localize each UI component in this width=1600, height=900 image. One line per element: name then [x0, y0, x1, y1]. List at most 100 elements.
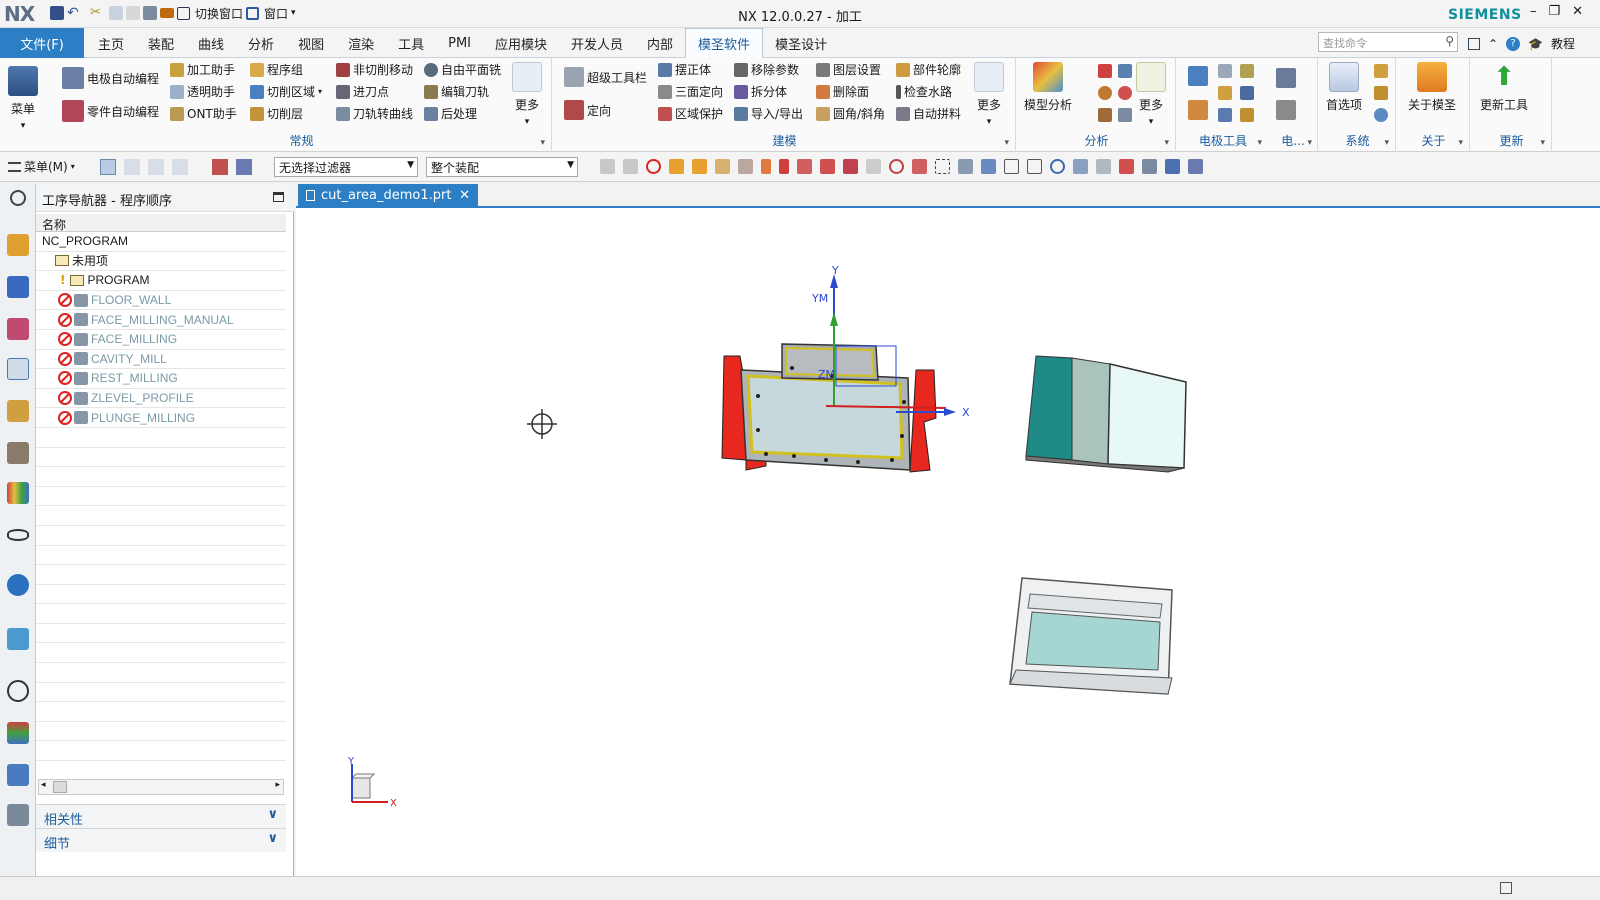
settings-a-icon[interactable] [1374, 64, 1388, 78]
shaded-view-icon[interactable] [958, 159, 973, 174]
electrode-c-icon[interactable] [1218, 108, 1232, 122]
auto-stock-button[interactable]: 自动拼料 [896, 105, 961, 122]
file-menu-tab[interactable]: 文件(F) [0, 28, 84, 58]
ribbon-tab[interactable]: 开发人员 [559, 28, 635, 58]
ribbon-tab[interactable]: 内部 [635, 28, 685, 58]
area-protect-button[interactable]: 区域保护 [658, 105, 723, 122]
super-toolbar-button[interactable]: 超级工具栏 [564, 67, 647, 87]
section-icon[interactable] [1096, 159, 1111, 174]
fenxi-more-button[interactable]: 更多 ▾ [1136, 62, 1166, 127]
eye-icon[interactable] [7, 529, 29, 541]
control-point-icon[interactable] [866, 159, 881, 174]
electrode-block-icon[interactable] [1188, 100, 1208, 120]
distance-icon[interactable] [1118, 108, 1132, 122]
select-edge-icon[interactable] [172, 159, 188, 175]
import-export-button[interactable]: 导入/导出 [734, 105, 803, 122]
assembly-navigator-icon[interactable] [7, 234, 29, 256]
changgui-more-button[interactable]: 更多 ▾ [512, 62, 542, 127]
rotate-icon[interactable] [1050, 159, 1065, 174]
angle-icon[interactable] [1118, 86, 1132, 100]
minimize-button[interactable]: – [1530, 4, 1537, 19]
filter-red-icon[interactable] [212, 159, 228, 175]
ribbon-tab[interactable]: 装配 [136, 28, 186, 58]
operation-row[interactable]: PLUNGE_MILLING [36, 408, 286, 428]
quadrant-icon[interactable] [912, 159, 927, 174]
dependencies-panel-header[interactable]: 相关性 ∨ [36, 804, 286, 828]
curve-icon[interactable] [761, 159, 771, 174]
snap-b-icon[interactable] [623, 159, 638, 174]
point-icon[interactable] [779, 159, 789, 174]
fillet-chamfer-button[interactable]: 圆角/斜角 [816, 105, 885, 122]
constraint-navigator-icon[interactable] [7, 276, 29, 298]
face-icon[interactable] [692, 159, 707, 174]
box-icon[interactable] [715, 159, 730, 174]
operation-row[interactable]: FACE_MILLING [36, 330, 286, 350]
ribbon-tab[interactable]: 曲线 [186, 28, 236, 58]
delete-face-button[interactable]: 删除面 [816, 83, 869, 100]
ribbon-tab[interactable]: 主页 [86, 28, 136, 58]
select-group-icon[interactable] [124, 159, 140, 175]
electrode-b-icon[interactable] [1218, 86, 1232, 100]
entry-point-button[interactable]: 进刀点 [336, 83, 389, 100]
color-analysis-icon[interactable] [1098, 86, 1112, 100]
search-icon[interactable]: ⚲ [1445, 34, 1454, 48]
electrode-d-icon[interactable] [1240, 64, 1254, 78]
scroll-right-icon[interactable]: ▸ [275, 780, 280, 790]
electrode-auto-programming-button[interactable]: 电极自动编程 [62, 67, 159, 89]
scroll-left-icon[interactable]: ◂ [41, 780, 46, 790]
transparent-assistant-button[interactable]: 透明助手 [170, 83, 235, 100]
operation-row[interactable]: ZLEVEL_PROFILE [36, 389, 286, 409]
layer-settings-button[interactable]: 图层设置 [816, 61, 881, 78]
solid-body-icon[interactable] [669, 159, 684, 174]
toolpath-to-curve-button[interactable]: 刀轨转曲线 [336, 105, 413, 122]
ribbon-tab[interactable]: 应用模块 [483, 28, 559, 58]
layout-icon[interactable] [1119, 159, 1134, 174]
info-icon[interactable] [1374, 108, 1388, 122]
reuse-library-icon[interactable] [7, 442, 29, 464]
thickness-icon[interactable] [1098, 108, 1112, 122]
command-search-input[interactable]: 查找命令 ⚲ [1318, 32, 1458, 52]
fullscreen-icon[interactable] [1468, 37, 1480, 50]
details-panel-header[interactable]: 细节 ∨ [36, 828, 286, 852]
selection-filter-select[interactable]: 无选择过滤器 ▼ [274, 157, 418, 177]
snap-point-icon[interactable] [797, 159, 812, 174]
web-browser-icon[interactable] [7, 628, 29, 650]
operation-row[interactable]: REST_MILLING [36, 369, 286, 389]
postprocess-button[interactable]: 后处理 [424, 105, 477, 122]
free-face-milling-button[interactable]: 自由平面铣 [424, 61, 501, 78]
ribbon-tab[interactable]: 视图 [286, 28, 336, 58]
fullscreen-toggle-icon[interactable] [1500, 882, 1512, 894]
box-select-icon[interactable] [935, 159, 950, 174]
graduation-cap-icon[interactable]: 🎓 [1528, 37, 1543, 51]
scroll-thumb[interactable] [53, 781, 67, 793]
select-body-icon[interactable] [148, 159, 164, 175]
electrode-tool-icon[interactable] [1188, 66, 1208, 86]
stock-box[interactable] [1009, 577, 1173, 695]
operation-navigator-icon[interactable] [7, 358, 29, 380]
horizontal-scrollbar[interactable]: ◂ ▸ [38, 779, 284, 795]
tab-close-icon[interactable]: ✕ [459, 188, 470, 203]
gear-icon[interactable] [10, 190, 26, 206]
about-mosheng-button[interactable]: 关于模圣 [1408, 62, 1456, 113]
ont-assistant-button[interactable]: ONT助手 [170, 105, 237, 122]
operation-row[interactable]: CAVITY_MILL [36, 350, 286, 370]
end-point-icon[interactable] [820, 159, 835, 174]
model-analysis-button[interactable]: 模型分析 [1024, 62, 1072, 113]
part-auto-programming-button[interactable]: 零件自动编程 [62, 100, 159, 122]
program-group-button[interactable]: 程序组 [250, 61, 303, 78]
operation-row[interactable]: FLOOR_WALL [36, 291, 286, 311]
cut-levels-button[interactable]: 切削层 [250, 105, 303, 122]
tutorial-link[interactable]: 教程 [1551, 35, 1575, 52]
mid-point-icon[interactable] [843, 159, 858, 174]
measure-icon[interactable] [1118, 64, 1132, 78]
electrode-g-icon[interactable] [1276, 68, 1296, 88]
ribbon-tab[interactable]: 渲染 [336, 28, 386, 58]
fit-view-icon[interactable] [1004, 159, 1019, 174]
history-clock-icon[interactable] [7, 680, 29, 702]
close-button[interactable]: ✕ [1572, 4, 1583, 19]
weight-icon[interactable] [1098, 64, 1112, 78]
electrode-a-icon[interactable] [1218, 64, 1232, 78]
orient-button[interactable]: 定向 [564, 100, 611, 120]
robot-icon[interactable] [7, 804, 29, 826]
ribbon-tab[interactable]: 分析 [236, 28, 286, 58]
